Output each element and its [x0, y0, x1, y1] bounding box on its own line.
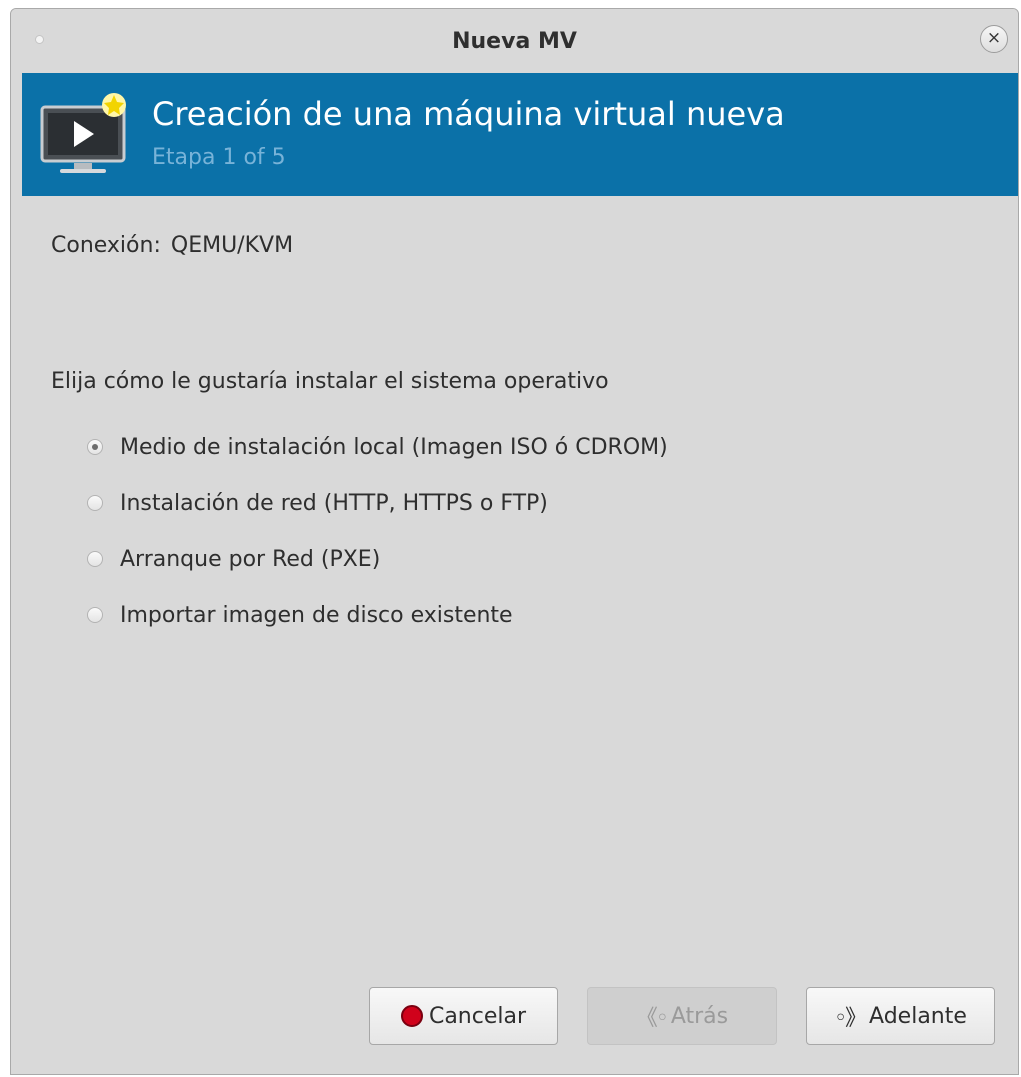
radio-local-media[interactable] — [87, 439, 103, 455]
monitor-play-icon — [40, 93, 126, 173]
option-pxe-boot[interactable]: Arranque por Red (PXE) — [87, 531, 668, 587]
install-method-prompt: Elija cómo le gustaría instalar el siste… — [51, 369, 609, 394]
radio-network-install[interactable] — [87, 495, 103, 511]
wizard-title: Creación de una máquina virtual nueva — [152, 95, 785, 133]
install-method-options: Medio de instalación local (Imagen ISO ó… — [87, 419, 668, 643]
stop-icon — [400, 1005, 423, 1027]
option-local-media[interactable]: Medio de instalación local (Imagen ISO ó… — [87, 419, 668, 475]
option-label: Arranque por Red (PXE) — [120, 546, 381, 572]
option-label: Instalación de red (HTTP, HTTPS o FTP) — [120, 490, 548, 516]
radio-import-disk[interactable] — [87, 607, 103, 623]
forward-button[interactable]: ◦》 Adelante — [806, 987, 995, 1045]
radio-pxe-boot[interactable] — [87, 551, 103, 567]
back-arrow-icon: 《◦ — [635, 1006, 669, 1031]
new-vm-dialog: Nueva MV × Creación de una máquina virtu… — [10, 8, 1019, 1075]
cancel-label: Cancelar — [428, 1003, 527, 1029]
back-label: Atrás — [670, 1003, 729, 1029]
back-button[interactable]: 《◦ Atrás — [587, 987, 777, 1045]
connection-value: QEMU/KVM — [170, 233, 294, 258]
wizard-header-banner: Creación de una máquina virtual nueva Et… — [22, 73, 1018, 196]
option-network-install[interactable]: Instalación de red (HTTP, HTTPS o FTP) — [87, 475, 668, 531]
connection-label: Conexión: — [51, 233, 161, 258]
option-import-disk[interactable]: Importar imagen de disco existente — [87, 587, 668, 643]
close-button[interactable]: × — [980, 25, 1008, 53]
window-title: Nueva MV — [452, 29, 577, 54]
connection-row: Conexión: QEMU/KVM — [51, 233, 293, 258]
cancel-button[interactable]: Cancelar — [369, 987, 558, 1045]
option-label: Medio de instalación local (Imagen ISO ó… — [120, 434, 668, 460]
forward-label: Adelante — [869, 1003, 967, 1029]
forward-arrow-icon: ◦》 — [834, 1006, 867, 1031]
wizard-step-indicator: Etapa 1 of 5 — [152, 145, 286, 170]
option-label: Importar imagen de disco existente — [120, 602, 513, 628]
title-bar[interactable]: Nueva MV × — [11, 9, 1018, 73]
